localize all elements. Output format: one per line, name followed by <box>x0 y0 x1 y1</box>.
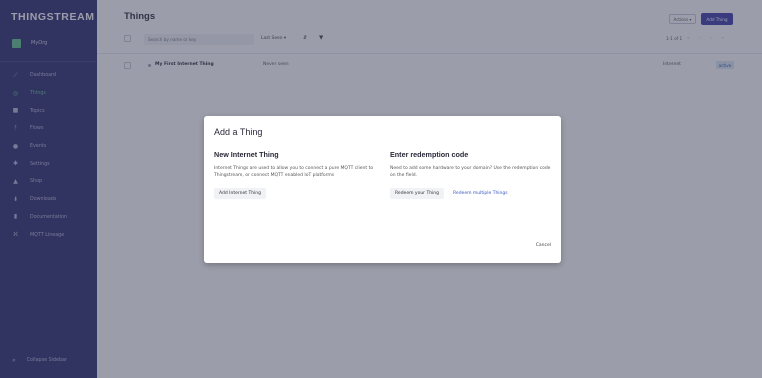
redeem-thing-button[interactable]: Redeem your Thing <box>390 188 445 199</box>
new-internet-thing-description: Internet Things are used to allow you to… <box>214 166 374 178</box>
add-internet-thing-button[interactable]: Add Internet Thing <box>214 188 267 199</box>
redemption-code-heading: Enter redemption code <box>390 150 469 159</box>
redemption-code-description: Need to add some hardware to your domain… <box>390 166 551 178</box>
redeem-multiple-things-link[interactable]: Redeem multiple Things <box>453 191 508 196</box>
new-internet-thing-heading: New Internet Thing <box>214 150 279 159</box>
add-thing-modal: Add a Thing New Internet Thing Internet … <box>204 116 561 263</box>
modal-title: Add a Thing <box>214 127 263 137</box>
cancel-button[interactable]: Cancel <box>536 243 551 248</box>
